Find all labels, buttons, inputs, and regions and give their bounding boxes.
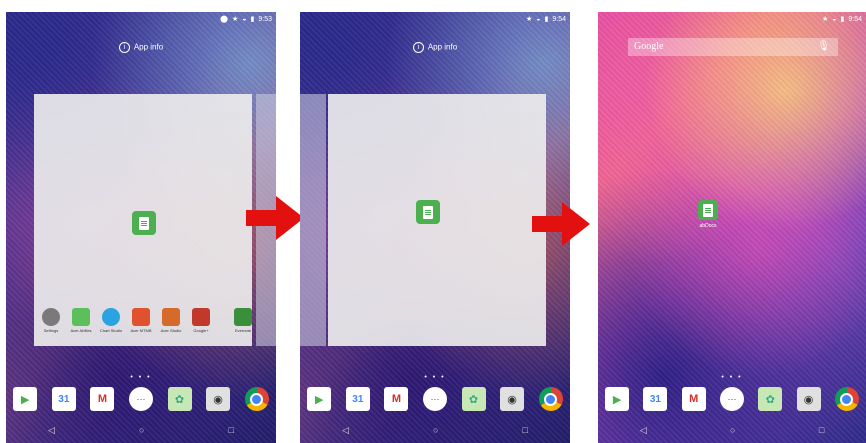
battery-icon: ▮ [250,16,255,23]
app-drawer-icon[interactable]: ⋯ [128,387,153,411]
status-bar: ⬤ ★ ◒ ▮ 9:53 [6,12,276,26]
dock: ▶ 31 M ⋯ ✿ ◉ [598,383,866,415]
back-icon[interactable]: ◁ [640,425,647,436]
app-drawer-icon[interactable]: ⋯ [719,387,744,411]
status-bar: ★ ◒ ▮ 9:54 [598,12,866,26]
mini-app-label: Google+ [193,328,209,333]
navigation-bar: ◁ ○ □ [300,421,570,439]
wifi-icon: ◒ [242,15,247,23]
camera-icon[interactable]: ◉ [500,387,525,411]
play-store-icon[interactable]: ▶ [605,387,630,411]
google-search-bar[interactable]: Google 🎙 [628,38,838,56]
navigation-bar: ◁ ○ □ [598,421,866,439]
abdocs-shortcut-icon[interactable] [698,200,718,220]
app-info-label: App info [133,42,164,52]
mini-app-label: Acer MTMB [130,328,152,333]
dragged-app-icon[interactable] [416,200,440,224]
chrome-icon[interactable] [834,387,859,411]
app-info-label: App info [427,42,458,52]
screen-3-dropped: ★ ◒ ▮ 9:54 Google 🎙 abDocs • • • ▶ 31 M … [598,12,866,443]
mini-abfiles-icon[interactable]: Acer Abfiles [70,308,92,333]
chrome-center [840,392,854,406]
location-icon: ⬤ [220,16,228,23]
chrome-icon[interactable] [538,387,563,411]
camera-icon[interactable]: ◉ [796,387,821,411]
home-icon[interactable]: ○ [730,425,735,435]
mini-chart-icon[interactable]: Chart Studio [100,308,122,333]
wifi-icon: ◒ [832,15,837,23]
battery-icon: ▮ [544,16,549,23]
screen-2-drag-over: ★ ◒ ▮ 9:54 i App info • • • ▶ 31 M ⋯ ✿ ◉ … [300,12,570,443]
play-store-icon[interactable]: ▶ [307,387,332,411]
star-icon: ★ [526,16,533,23]
gallery-icon[interactable]: ✿ [758,387,783,411]
gallery-icon[interactable]: ✿ [167,387,192,411]
mini-settings-icon[interactable]: Settings [42,308,60,333]
mini-app-label: Chart Studio [99,328,123,333]
home-icon[interactable]: ○ [139,425,144,435]
app-info-drop-target[interactable]: i App info [300,42,570,53]
mini-app-label: Settings [43,328,59,333]
info-icon: i [118,42,130,53]
microphone-icon[interactable]: 🎙 [817,38,830,56]
star-icon: ★ [822,16,829,23]
recents-icon[interactable]: □ [523,425,528,435]
mini-evernote-icon[interactable]: Evernote [234,308,252,333]
gallery-icon[interactable]: ✿ [461,387,486,411]
chrome-icon[interactable] [244,387,269,411]
mini-app-row: Settings Acer Abfiles Chart Studio Acer … [34,308,276,336]
calendar-icon[interactable]: 31 [51,387,76,411]
screen-1-drag-start: ⬤ ★ ◒ ▮ 9:53 i App info Settings Acer Abf… [6,12,276,443]
document-icon [423,205,433,219]
back-icon[interactable]: ◁ [342,425,349,436]
gmail-icon[interactable]: M [384,387,409,411]
mini-studio-icon[interactable]: Acer Studio [161,308,181,333]
page-indicator: • • • [721,374,743,381]
mini-mtmb-icon[interactable]: Acer MTMB [130,308,152,333]
app-info-drop-target[interactable]: i App info [6,42,276,53]
page-indicator: • • • [130,374,152,381]
document-icon [139,216,149,230]
recents-icon[interactable]: □ [819,425,824,435]
previous-page-card [300,94,326,346]
arrow-right-icon [532,202,590,246]
mini-app-label: Acer Abfiles [70,328,92,333]
calendar-icon[interactable]: 31 [345,387,370,411]
mini-app-label: Evernote [234,328,251,333]
recents-icon[interactable]: □ [229,425,234,435]
chrome-center [250,392,264,406]
status-time: 9:54 [848,15,862,23]
mini-google-plus-icon[interactable]: Google+ [192,308,210,333]
mini-app-label: Acer Studio [160,328,182,333]
star-icon: ★ [232,16,239,23]
info-icon: i [412,42,424,53]
play-store-icon[interactable]: ▶ [13,387,38,411]
camera-icon[interactable]: ◉ [206,387,231,411]
page-indicator: • • • [424,374,446,381]
gmail-icon[interactable]: M [90,387,115,411]
status-time: 9:54 [552,15,566,23]
app-drawer-icon[interactable]: ⋯ [422,387,447,411]
gmail-icon[interactable]: M [681,387,706,411]
dock: ▶ 31 M ⋯ ✿ ◉ [6,383,276,415]
shortcut-label: abDocs [699,223,717,229]
calendar-icon[interactable]: 31 [643,387,668,411]
chrome-center [544,392,558,406]
navigation-bar: ◁ ○ □ [6,421,276,439]
dock: ▶ 31 M ⋯ ✿ ◉ [300,383,570,415]
wifi-icon: ◒ [536,15,541,23]
arrow-right-icon [246,196,304,240]
back-icon[interactable]: ◁ [48,425,55,436]
dragged-app-icon[interactable] [132,211,156,235]
battery-icon: ▮ [840,16,845,23]
home-icon[interactable]: ○ [433,425,438,435]
document-icon [703,203,713,217]
status-bar: ★ ◒ ▮ 9:54 [300,12,570,26]
status-time: 9:53 [258,15,272,23]
google-logo: Google [634,41,664,52]
